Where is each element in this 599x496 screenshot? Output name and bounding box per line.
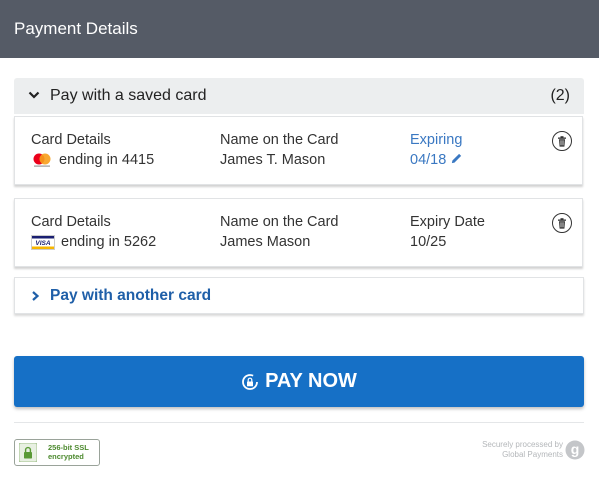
card-number: ending in 4415 [31,152,154,168]
ssl-text-1: 256-bit SSL [48,443,89,452]
name-on-card-label: Name on the Card [220,214,339,230]
ssl-text-2: encrypted [48,452,84,461]
cardholder-name: James T. Mason [220,152,326,168]
trash-icon [558,217,566,229]
footer-divider [14,422,584,423]
expiry-date-label: Expiry Date [410,214,485,230]
chevron-right-icon [32,291,40,301]
visa-icon: VISA [31,234,55,250]
mastercard-icon [33,153,51,167]
trash-icon [558,135,566,147]
page-title: Payment Details [14,19,138,38]
card-number: VISA ending in 5262 [31,234,156,250]
pay-with-another-card-toggle[interactable]: Pay with another card [14,277,584,314]
secure-text-2: Global Payments [502,450,563,459]
saved-cards-label: Pay with a saved card [50,87,207,104]
expiry-date-text: 04/18 [410,152,447,168]
expiring-label: Expiring [410,132,463,148]
saved-card-2[interactable]: Card Details VISA ending in 5262 Name on… [14,198,583,267]
page-header: Payment Details [0,0,599,58]
saved-cards-count: (2) [550,87,570,104]
card-number-text: ending in 5262 [61,234,157,250]
pay-with-another-card-label: Pay with another card [50,287,212,304]
card-details-label: Card Details [31,132,111,148]
pay-now-label: PAY NOW [265,370,357,392]
expiry-date[interactable]: 04/18 [410,152,463,168]
pencil-icon[interactable] [450,152,463,165]
cardholder-name: James Mason [220,234,311,250]
secure-text-1: Securely processed by [482,440,563,449]
delete-card-button[interactable] [552,131,572,151]
pay-now-button[interactable]: PAY NOW [14,356,584,407]
secure-lock-icon [242,373,258,390]
saved-card-1[interactable]: Card Details ending in 4415 Name on the … [14,116,583,185]
ssl-badge: 256-bit SSL encrypted [14,439,100,466]
chevron-down-icon [28,91,40,99]
expiry-date: 10/25 [410,234,447,250]
saved-cards-toggle[interactable]: Pay with a saved card (2) [14,78,584,114]
name-on-card-label: Name on the Card [220,132,339,148]
ssl-lock-icon [19,443,37,462]
card-number-text: ending in 4415 [59,152,155,168]
visa-brand-text: VISA [35,240,50,247]
global-payments-logo-letter: g [571,441,580,457]
card-details-label: Card Details [31,214,111,230]
secure-processing-note: Securely processed by Global Payments [482,440,563,460]
global-payments-logo: g [565,440,585,460]
delete-card-button[interactable] [552,213,572,233]
